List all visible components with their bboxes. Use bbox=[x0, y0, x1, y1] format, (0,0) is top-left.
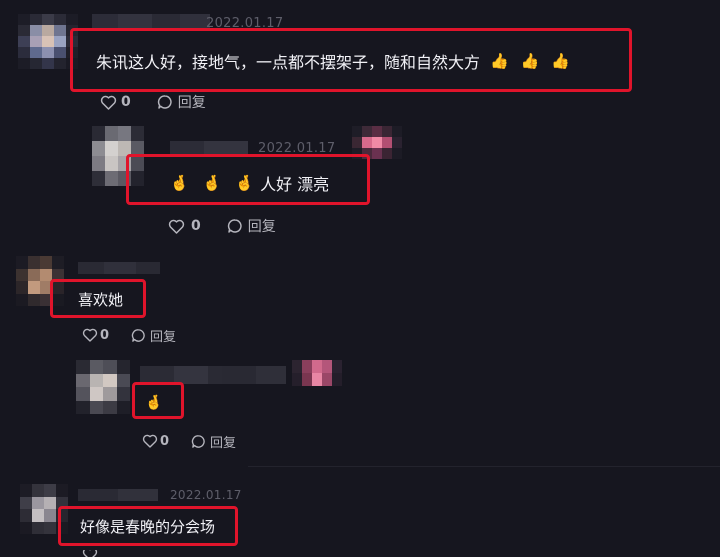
avatar[interactable] bbox=[18, 14, 78, 69]
comment-text-content: 人好 漂亮 bbox=[260, 175, 330, 194]
reply-button[interactable]: 回复 bbox=[191, 432, 236, 451]
reply-label: 回复 bbox=[210, 435, 237, 451]
comment-text: 朱讯这人好，接地气，一点都不摆架子，随和自然大方 👍 👍 👍 bbox=[96, 49, 570, 73]
comment-text: 🤞 🤞 🤞 人好 漂亮 bbox=[170, 171, 329, 195]
comment-actions: 0 回复 bbox=[100, 92, 206, 112]
like-count: 0 bbox=[191, 218, 201, 234]
heart-icon bbox=[142, 434, 158, 448]
divider bbox=[248, 466, 720, 467]
thumbs-up-icon: 👍 bbox=[551, 52, 571, 70]
reply-button[interactable]: 回复 bbox=[227, 216, 276, 236]
comment-bubble-icon bbox=[191, 434, 205, 448]
reply-label: 回复 bbox=[247, 219, 276, 235]
comment-text-content: 朱讯这人好，接地气，一点都不摆架子，随和自然大方 bbox=[96, 53, 481, 72]
heart-icon bbox=[100, 95, 117, 110]
thumbs-up-icon: 👍 bbox=[490, 52, 509, 70]
comment-bubble-icon bbox=[227, 219, 242, 233]
reply-button[interactable]: 回复 bbox=[131, 326, 176, 345]
finger-heart-icon: 🤞 bbox=[202, 174, 222, 192]
comment-text: 喜欢她 bbox=[78, 291, 124, 309]
like-button[interactable]: 0 bbox=[168, 218, 201, 234]
like-count: 0 bbox=[121, 94, 131, 110]
comment-actions: 0 回复 bbox=[142, 431, 236, 451]
comment-bubble-icon bbox=[131, 328, 145, 342]
like-button[interactable]: 0 bbox=[82, 328, 109, 343]
avatar[interactable] bbox=[76, 360, 130, 414]
reply-button[interactable]: 回复 bbox=[157, 92, 206, 112]
comment-actions: 0 回复 bbox=[82, 325, 176, 345]
comment-date: 2022.01.17 bbox=[170, 488, 242, 502]
sticker-blurred bbox=[292, 360, 342, 386]
finger-heart-icon: 🤞 bbox=[170, 174, 189, 192]
like-count: 0 bbox=[100, 327, 110, 343]
comment-text: 🤞 bbox=[145, 392, 162, 411]
username-blurred[interactable] bbox=[78, 489, 158, 503]
like-button[interactable] bbox=[82, 550, 98, 557]
username-blurred bbox=[222, 366, 286, 386]
reply-label: 回复 bbox=[177, 95, 206, 111]
comment-actions bbox=[82, 550, 98, 557]
like-button[interactable]: 0 bbox=[100, 94, 131, 110]
heart-icon bbox=[82, 328, 98, 342]
reply-label: 回复 bbox=[150, 329, 177, 345]
thumbs-up-icon: 👍 bbox=[520, 52, 540, 70]
comment-bubble-icon bbox=[157, 95, 172, 109]
username-blurred[interactable] bbox=[78, 262, 160, 276]
like-button[interactable]: 0 bbox=[142, 434, 169, 449]
heart-icon bbox=[168, 219, 185, 234]
heart-icon bbox=[82, 550, 98, 557]
finger-heart-icon: 🤞 bbox=[235, 174, 255, 192]
finger-heart-icon: 🤞 bbox=[145, 395, 163, 411]
comment-actions: 0 回复 bbox=[168, 216, 276, 236]
comment-text: 好像是春晚的分会场 bbox=[80, 518, 216, 536]
like-count: 0 bbox=[160, 433, 170, 449]
